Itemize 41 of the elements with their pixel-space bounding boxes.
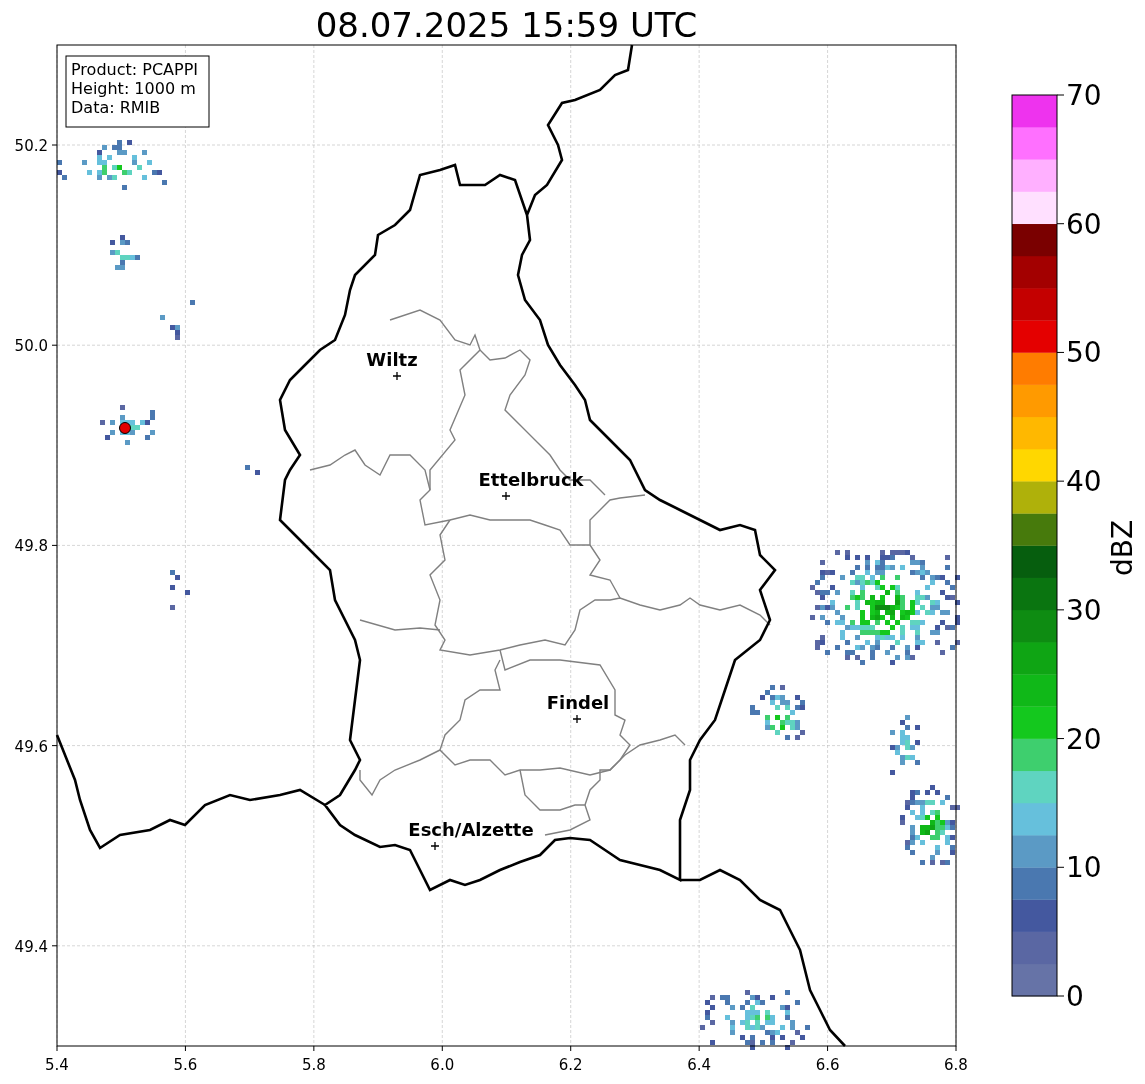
city-label: Wiltz: [366, 349, 418, 370]
y-tick-label: 49.6: [14, 737, 48, 756]
city-marker-icon: [501, 491, 511, 501]
colorbar-tick-label: 40: [1066, 465, 1102, 499]
colorbar-tick-label: 60: [1066, 207, 1102, 241]
info-text: Product: PCAPPI: [71, 60, 198, 79]
x-tick-label: 6.8: [944, 1056, 968, 1074]
radar-echo-drawing: [750, 685, 805, 740]
info-text: Height: 1000 m: [71, 79, 196, 98]
x-tick-label: 5.8: [301, 1056, 326, 1074]
info-text: Data: RMIB: [71, 98, 161, 117]
radar-site-icon: [119, 422, 131, 434]
y-tick-label: 49.4: [14, 937, 48, 956]
y-tick-label: 50.0: [14, 337, 48, 356]
city-marker-icon: [430, 841, 440, 851]
city-marker-icon: [572, 714, 582, 724]
city-label: Findel: [546, 692, 610, 713]
x-tick-label: 6.2: [558, 1056, 583, 1074]
x-tick-label: 6.0: [430, 1056, 455, 1074]
colorbar-tick-label: 30: [1066, 593, 1102, 627]
colorbar-tick-label: 20: [1066, 722, 1102, 756]
radar-echo-drawing: [170, 570, 190, 610]
colorbar-tick-label: 0: [1066, 980, 1084, 1013]
x-tick-label: 6.4: [687, 1056, 712, 1074]
city-label: Esch/Alzette: [408, 819, 534, 840]
x-tick-label: 5.4: [45, 1056, 69, 1074]
city-label: Ettelbruck: [478, 469, 584, 490]
radar-echo-drawing: [245, 465, 260, 475]
radar-echo-drawing: [890, 715, 920, 775]
radar-echo-drawing: [110, 235, 140, 270]
colorbar-label: dBZ: [1106, 519, 1139, 577]
x-tick-label: 5.6: [173, 1056, 198, 1074]
city-marker-icon: [392, 371, 402, 381]
colorbar-tick-label: 50: [1066, 336, 1102, 370]
chart-title: 08.07.2025 15:59 UTC: [315, 5, 698, 45]
colorbar-tick-label: 10: [1066, 851, 1102, 885]
colorbar-tick-label: 70: [1066, 79, 1102, 112]
y-tick-label: 49.8: [14, 537, 48, 556]
y-tick-label: 50.2: [14, 137, 48, 155]
radar-echo-drawing: [160, 300, 195, 340]
x-tick-label: 6.6: [815, 1056, 840, 1074]
